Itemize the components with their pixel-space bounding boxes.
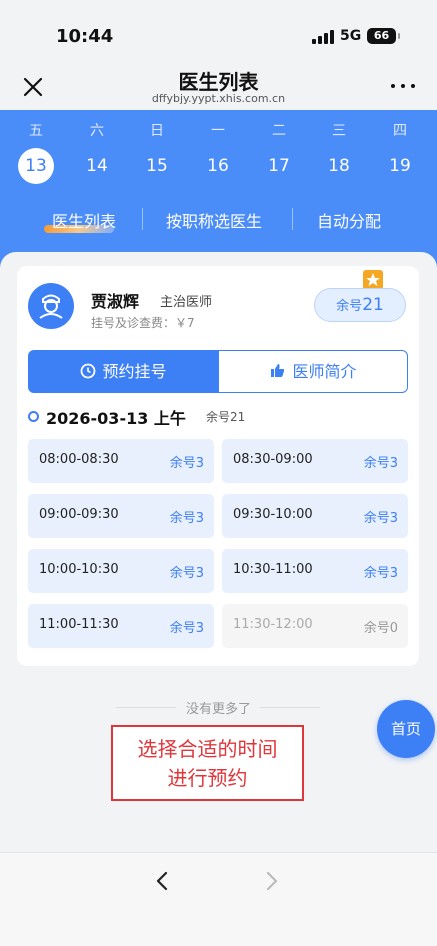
page-url: dffybjy.yypt.xhis.com.cn	[151, 92, 286, 105]
slot-remain: 余号0	[363, 621, 398, 636]
slot-time: 09:00-09:30	[39, 507, 119, 522]
status-bar: 10:44 5G 66	[0, 0, 437, 64]
remain-badge: 余号21	[314, 288, 406, 322]
slot-remain: 余号3	[363, 511, 398, 526]
book-appointment-label: 预约挂号	[102, 362, 167, 381]
doctor-title: 主治医师	[160, 295, 213, 310]
doctor-name: 贾淑辉	[91, 292, 140, 311]
doctor-avatar-icon	[28, 283, 74, 329]
doctor-intro-tab[interactable]: 医师简介	[218, 350, 408, 393]
time-slot[interactable]: 10:30-11:00 余号3	[222, 549, 408, 593]
more-icon[interactable]	[389, 78, 419, 94]
weekday-label: 五	[29, 123, 43, 139]
thumbs-up-icon	[271, 364, 285, 377]
weekday-label: 四	[393, 123, 407, 139]
slot-time: 11:00-11:30	[39, 617, 119, 632]
home-button[interactable]: 首页	[377, 700, 435, 758]
slot-time: 09:30-10:00	[233, 507, 313, 522]
date-19[interactable]: 19	[382, 148, 418, 184]
date-14[interactable]: 14	[79, 148, 115, 184]
annotation-line-1: 选择合适的时间	[137, 737, 278, 761]
weekday-label: 一	[211, 123, 225, 139]
time-slot[interactable]: 09:00-09:30 余号3	[28, 494, 214, 538]
slot-remain: 余号3	[169, 621, 204, 636]
remain-label: 余号	[336, 299, 363, 314]
divider-line	[260, 707, 320, 708]
weekday-label: 三	[332, 123, 346, 139]
book-appointment-tab[interactable]: 预约挂号	[28, 350, 219, 393]
page-title: 医生列表	[178, 70, 259, 94]
no-more-text: 没有更多了	[185, 702, 251, 717]
date-15[interactable]: 15	[139, 148, 175, 184]
time-slot[interactable]: 08:30-09:00 余号3	[222, 439, 408, 483]
session-date: 2026-03-13 上午	[46, 409, 186, 428]
date-18[interactable]: 18	[321, 148, 357, 184]
time-slot-full: 11:30-12:00 余号0	[222, 604, 408, 648]
status-time: 10:44	[56, 26, 114, 47]
doctor-fee: 挂号及诊查费：￥7	[91, 316, 195, 330]
slot-time: 10:30-11:00	[233, 562, 313, 577]
date-16[interactable]: 16	[200, 148, 236, 184]
doctor-intro-label: 医师简介	[292, 362, 357, 381]
signal-icon	[312, 30, 334, 44]
time-slot[interactable]: 11:00-11:30 余号3	[28, 604, 214, 648]
instruction-annotation: 选择合适的时间 进行预约	[111, 725, 304, 801]
annotation-line-2: 进行预约	[167, 766, 248, 790]
slot-time: 11:30-12:00	[233, 617, 313, 632]
slot-remain: 余号3	[363, 566, 398, 581]
date-17[interactable]: 17	[261, 148, 297, 184]
network-type: 5G	[340, 28, 362, 44]
session-remain: 余号21	[206, 410, 246, 424]
browser-bottom-bar	[0, 852, 437, 946]
time-slot[interactable]: 08:00-08:30 余号3	[28, 439, 214, 483]
tab-auto-assign[interactable]: 自动分配	[317, 208, 381, 232]
battery-icon: 66	[367, 28, 400, 44]
time-slot[interactable]: 10:00-10:30 余号3	[28, 549, 214, 593]
weekday-label: 二	[272, 123, 286, 139]
back-icon[interactable]	[151, 869, 175, 893]
slot-remain: 余号3	[169, 456, 204, 471]
clock-icon	[81, 363, 96, 378]
slot-remain: 余号3	[363, 456, 398, 471]
tab-divider	[292, 208, 293, 230]
star-icon	[363, 270, 383, 290]
tab-doctor-list[interactable]: 医生列表	[52, 208, 116, 232]
date-13[interactable]: 13	[18, 148, 54, 184]
doctor-card: 贾淑辉 主治医师 挂号及诊查费：￥7 余号21 预约挂号 医师简介 2026-0…	[17, 266, 419, 666]
slot-time: 10:00-10:30	[39, 562, 119, 577]
tab-divider	[142, 208, 143, 230]
weekday-label: 六	[90, 123, 104, 139]
session-dot-icon	[28, 411, 39, 422]
slot-remain: 余号3	[169, 566, 204, 581]
forward-icon[interactable]	[259, 869, 283, 893]
time-slot[interactable]: 09:30-10:00 余号3	[222, 494, 408, 538]
slot-time: 08:00-08:30	[39, 452, 119, 467]
slot-remain: 余号3	[169, 511, 204, 526]
remain-count: 21	[362, 295, 384, 315]
tab-by-title[interactable]: 按职称选医生	[166, 208, 262, 232]
weekday-label: 日	[150, 123, 164, 139]
nav-bar: 医生列表 dffybjy.yypt.xhis.com.cn	[0, 64, 437, 110]
slot-time: 08:30-09:00	[233, 452, 313, 467]
